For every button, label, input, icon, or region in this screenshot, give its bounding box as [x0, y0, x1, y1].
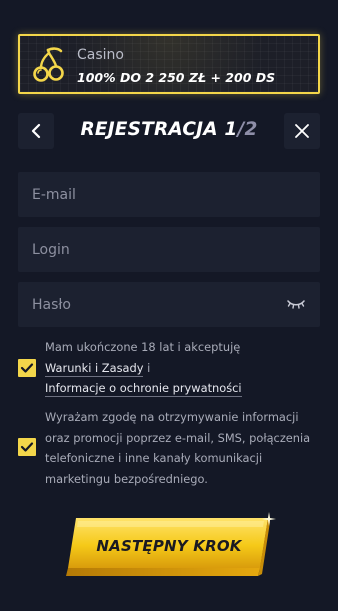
- page-title: REJESTRACJA 1/2: [70, 119, 268, 140]
- marketing-checkbox[interactable]: [18, 438, 36, 456]
- sparkle-icon: [262, 512, 276, 526]
- email-field[interactable]: [18, 172, 320, 217]
- next-step-label: NASTĘPNY KROK: [96, 537, 242, 555]
- privacy-link[interactable]: Informacje o ochronie prywatności: [45, 381, 242, 397]
- marketing-consent-text: Wyrażam zgodę na otrzymywanie informacji…: [45, 407, 320, 489]
- terms-link[interactable]: Warunki i Zasady: [45, 360, 144, 377]
- marketing-text-line: oraz promocji poprzez e-mail, SMS, połąc…: [45, 430, 311, 445]
- step-current: 1: [224, 119, 238, 140]
- promo-category: Casino: [77, 47, 124, 63]
- promo-offer: 100% DO 2 250 ZŁ + 200 DS: [77, 70, 276, 85]
- title-text: REJESTRACJA: [80, 119, 218, 140]
- terms-text: Mam ukończone 18 lat i akceptuję: [45, 340, 241, 354]
- marketing-text-line: telefoniczne i inne kanały komunikacji: [45, 451, 263, 465]
- cherries-icon: [33, 47, 64, 82]
- promo-banner[interactable]: Casino 100% DO 2 250 ZŁ + 200 DS: [18, 34, 320, 94]
- registration-screen: Casino 100% DO 2 250 ZŁ + 200 DS REJESTR…: [0, 0, 338, 611]
- terms-consent-text: Mam ukończone 18 lat i akceptuję Warunki…: [45, 337, 320, 399]
- checkmark-icon: [20, 363, 34, 373]
- marketing-text-line: Wyrażam zgodę na otrzymywanie informacji: [45, 410, 299, 424]
- step-total: 2: [244, 119, 258, 140]
- chevron-left-icon: [31, 123, 41, 139]
- email-field-wrapper: [18, 172, 320, 217]
- eye-closed-icon[interactable]: [286, 296, 306, 312]
- close-icon: [295, 124, 309, 138]
- password-field[interactable]: [18, 282, 320, 327]
- password-field-wrapper: [18, 282, 320, 327]
- login-field[interactable]: [18, 227, 320, 272]
- login-field-wrapper: [18, 227, 320, 272]
- back-button[interactable]: [18, 113, 54, 149]
- terms-checkbox[interactable]: [18, 359, 36, 377]
- checkmark-icon: [20, 442, 34, 452]
- marketing-text-line: marketingu bezpośredniego.: [45, 471, 208, 486]
- next-step-button[interactable]: NASTĘPNY KROK: [66, 518, 272, 578]
- close-button[interactable]: [284, 113, 320, 149]
- terms-conjunction: i: [143, 360, 151, 375]
